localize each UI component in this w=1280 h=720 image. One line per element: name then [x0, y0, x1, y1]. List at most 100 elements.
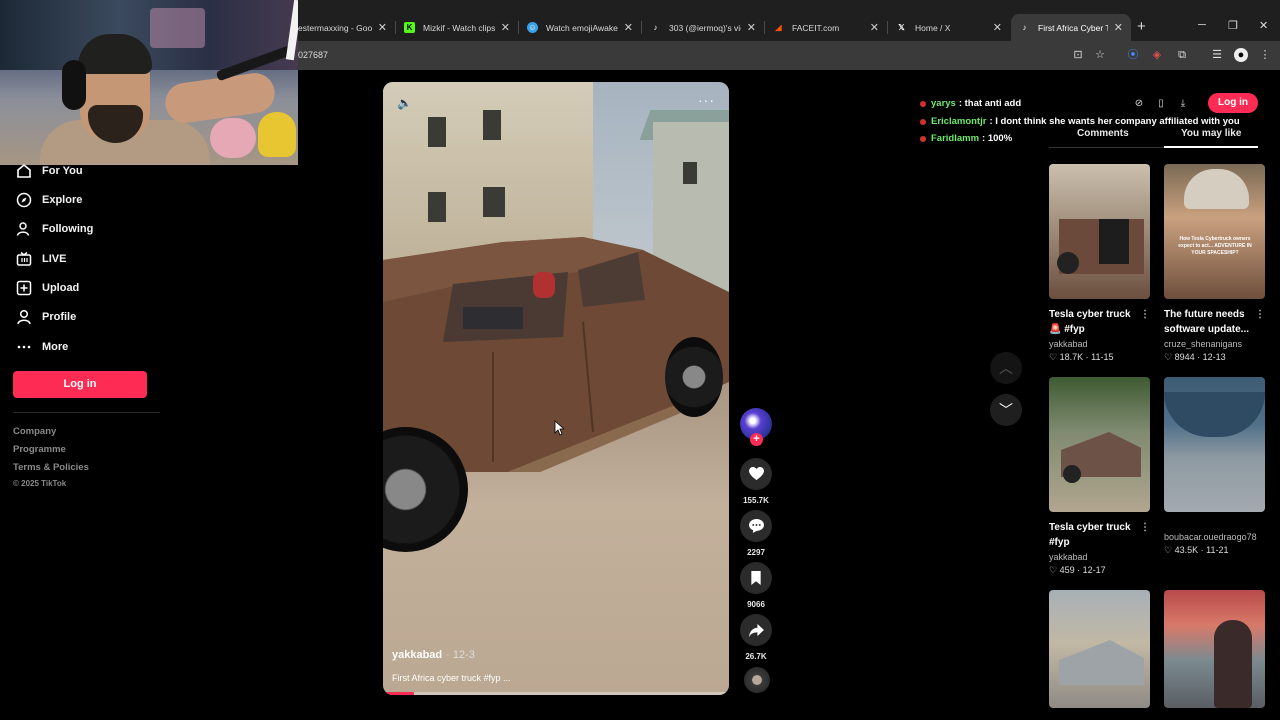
nav-more[interactable]: More: [16, 337, 68, 357]
url-field[interactable]: 027687: [298, 50, 328, 60]
explore-icon[interactable]: ⊘: [1128, 94, 1150, 114]
download-icon[interactable]: ⤓: [1172, 94, 1194, 114]
card-date: · 12-13: [1197, 352, 1226, 362]
card-author[interactable]: yakkabad: [1049, 552, 1150, 562]
browser-tab[interactable]: ☺ Watch emojiAwake | ✕: [519, 14, 641, 41]
volume-icon[interactable]: 🔈: [397, 96, 412, 110]
browser-tab-active[interactable]: ♪ First Africa Cyber Tru ✕: [1011, 14, 1131, 41]
browser-tab[interactable]: ◢ FACEIT.com ✕: [765, 14, 887, 41]
author-name[interactable]: yakkabad: [392, 649, 442, 661]
tab-label: estermaxxing - Goog: [298, 22, 372, 33]
close-icon[interactable]: ✕: [870, 21, 879, 34]
sidebar-login-button[interactable]: Log in: [13, 371, 147, 398]
footer-link-terms[interactable]: Terms & Policies: [13, 462, 89, 473]
follow-plus-icon[interactable]: +: [750, 433, 763, 446]
phone-icon[interactable]: ▯: [1150, 94, 1172, 114]
kebab-menu-icon[interactable]: ⋮: [1140, 520, 1150, 535]
compass-icon: [16, 192, 32, 208]
video-window: [428, 192, 446, 222]
recommended-video-card[interactable]: [1164, 590, 1265, 708]
extension-icon[interactable]: ◈: [1150, 48, 1164, 62]
video-more-icon[interactable]: ···: [698, 92, 715, 108]
kebab-menu-icon[interactable]: ⋮: [1140, 307, 1150, 322]
tab-search-icon[interactable]: ☰: [1210, 48, 1224, 62]
recommended-video-card[interactable]: [1049, 590, 1150, 708]
window-close-icon[interactable]: ✕: [1259, 19, 1268, 32]
video-caption[interactable]: First Africa cyber truck #fyp ...: [392, 673, 511, 683]
save-button[interactable]: 9066: [740, 562, 772, 609]
chat-username: Faridlamm: [931, 133, 980, 144]
close-icon[interactable]: ✕: [1114, 21, 1123, 34]
nav-live[interactable]: LIVE: [16, 249, 66, 269]
share-count: 26.7K: [745, 652, 767, 661]
card-author[interactable]: boubacar.ouedraogo78: [1164, 532, 1265, 542]
card-title[interactable]: The future needs software update... ⋮: [1164, 307, 1265, 337]
tab-you-may-like[interactable]: You may like: [1181, 128, 1241, 139]
footer-link-company[interactable]: Company: [13, 426, 56, 437]
tab-comments[interactable]: Comments: [1077, 128, 1129, 139]
tab-label: Mizkif - Watch clips a: [423, 22, 495, 33]
new-tab-icon[interactable]: +: [1137, 18, 1146, 35]
close-icon[interactable]: ✕: [993, 21, 1002, 34]
recommended-video-card[interactable]: Tesla cyber truck #fyp ⋮ yakkabad ♡ 459 ·…: [1049, 377, 1150, 576]
video-thumbnail[interactable]: How Tesla Cybertruck owners expect to ac…: [1164, 164, 1265, 299]
card-title[interactable]: Tesla cyber truck 🚨 #fyp ⋮: [1049, 307, 1150, 337]
browser-tab[interactable]: estermaxxing - Goog ✕: [290, 14, 395, 41]
thumb-car-body: [1164, 392, 1265, 437]
nav-explore[interactable]: Explore: [16, 190, 82, 210]
extension-icon[interactable]: ⦿: [1126, 48, 1140, 62]
music-disc-icon[interactable]: [744, 667, 770, 693]
video-tire: [665, 337, 723, 417]
recommended-video-card[interactable]: Tesla cyber truck 🚨 #fyp ⋮ yakkabad ♡ 18.…: [1049, 164, 1150, 363]
video-thumbnail[interactable]: [1049, 377, 1150, 512]
previous-video-button[interactable]: ︿: [990, 352, 1022, 384]
nav-label: More: [42, 341, 69, 353]
close-icon[interactable]: ✕: [501, 21, 510, 34]
recommended-video-card[interactable]: How Tesla Cybertruck owners expect to ac…: [1164, 164, 1265, 363]
browser-tab[interactable]: 𝕏 Home / X ✕: [888, 14, 1010, 41]
video-thumbnail[interactable]: [1049, 590, 1150, 708]
recommended-video-card[interactable]: boubacar.ouedraogo78 ♡ 43.5K · 11-21: [1164, 377, 1265, 556]
close-icon[interactable]: ✕: [747, 21, 756, 34]
kebab-menu-icon[interactable]: ⋮: [1255, 307, 1265, 322]
save-count: 9066: [747, 600, 765, 609]
minimize-icon[interactable]: ─: [1198, 19, 1206, 31]
nav-upload[interactable]: Upload: [16, 278, 79, 298]
share-button[interactable]: 26.7K: [740, 614, 772, 661]
bookmark-star-icon[interactable]: ☆: [1093, 48, 1107, 62]
footer-link-programme[interactable]: Programme: [13, 444, 66, 455]
like-button[interactable]: 155.7K: [740, 458, 772, 505]
browser-tab[interactable]: ♪ 303 (@iermoq)'s vide ✕: [642, 14, 764, 41]
nav-following[interactable]: Following: [16, 219, 93, 239]
profile-avatar-icon[interactable]: ●: [1234, 48, 1248, 62]
browser-menu-icon[interactable]: ⋮: [1258, 48, 1272, 62]
browser-tab[interactable]: K Mizkif - Watch clips a ✕: [396, 14, 518, 41]
close-icon[interactable]: ✕: [624, 21, 633, 34]
video-thumbnail[interactable]: [1164, 590, 1265, 708]
card-author[interactable]: cruze_shenanigans: [1164, 339, 1265, 349]
card-likes: 8944: [1174, 352, 1195, 362]
thumb-wheel: [1057, 252, 1079, 274]
comment-button[interactable]: 2297: [740, 510, 772, 557]
video-player[interactable]: 🔈 ··· yakkabad · 12-3 First Africa cyber …: [383, 82, 729, 695]
video-thumbnail[interactable]: [1164, 377, 1265, 512]
card-author[interactable]: yakkabad: [1049, 339, 1150, 349]
tiktok-icon: ♪: [1022, 23, 1027, 32]
header-login-button[interactable]: Log in: [1208, 93, 1258, 113]
video-thumbnail[interactable]: [1049, 164, 1150, 299]
video-progress-fill: [383, 692, 415, 695]
extensions-puzzle-icon[interactable]: ⧉: [1175, 48, 1189, 62]
nav-label: Profile: [42, 311, 77, 323]
close-icon[interactable]: ✕: [378, 21, 387, 34]
video-author[interactable]: yakkabad · 12-3: [392, 649, 475, 661]
next-video-button[interactable]: ﹀: [990, 394, 1022, 426]
tab-label: Home / X: [915, 22, 951, 33]
nav-for-you[interactable]: For You: [16, 161, 83, 181]
install-icon[interactable]: ⊡: [1071, 48, 1085, 62]
video-progress-bar[interactable]: [383, 692, 729, 695]
card-title[interactable]: Tesla cyber truck #fyp ⋮: [1049, 520, 1150, 550]
nav-profile[interactable]: Profile: [16, 307, 76, 327]
x-icon: 𝕏: [898, 23, 905, 32]
restore-icon[interactable]: ❐: [1228, 19, 1238, 32]
webcam-overlay: [0, 0, 298, 165]
